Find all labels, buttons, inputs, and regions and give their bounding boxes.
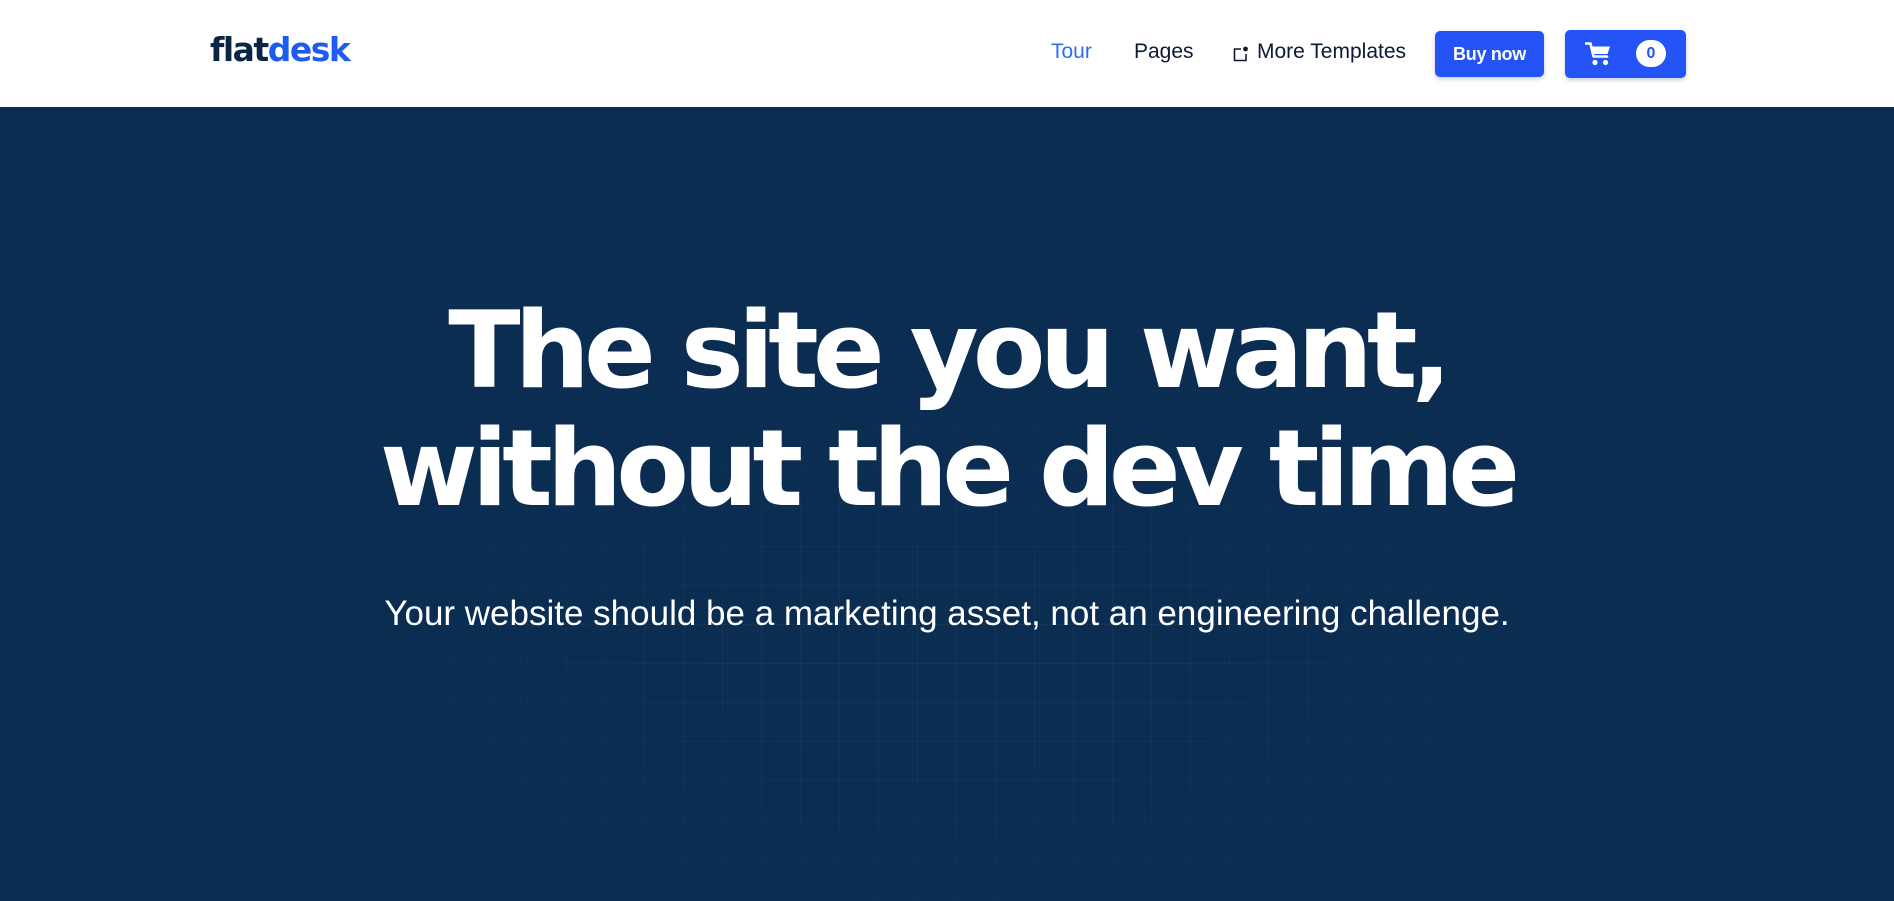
external-link-icon (1231, 43, 1249, 62)
nav-link-tour[interactable]: Tour (1051, 38, 1092, 66)
logo-text-desk: desk (267, 30, 351, 69)
hero-title-line-1: The site you want, (448, 289, 1452, 412)
hero-subtitle: Your website should be a marketing asset… (384, 594, 1510, 633)
flatdesk-logo[interactable]: flatdesk (210, 30, 351, 70)
buy-now-button[interactable]: Buy now (1435, 31, 1544, 77)
nav-link-pages[interactable]: Pages (1134, 38, 1194, 66)
nav-link-more-templates[interactable]: More Templates (1231, 38, 1406, 66)
cart-button[interactable]: 0 (1565, 30, 1686, 78)
more-templates-label: More Templates (1257, 40, 1407, 63)
hero-title: The site you want, without the dev time (0, 292, 1894, 528)
hero-title-line-2: without the dev time (379, 407, 1520, 530)
cart-icon (1584, 41, 1615, 67)
top-navbar: flatdesk Tour Pages More Templates Buy n… (0, 0, 1894, 107)
logo-text-flat: flat (210, 30, 269, 69)
cart-count-badge: 0 (1636, 40, 1666, 67)
hero-section: The site you want, without the dev time … (0, 107, 1894, 901)
